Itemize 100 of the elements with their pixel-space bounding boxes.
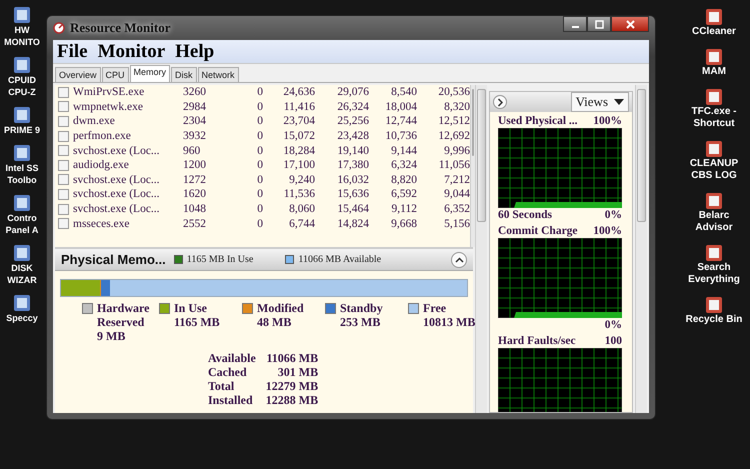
table-cell-text: 15,072 [282, 130, 315, 142]
program-icon[interactable] [705, 244, 723, 262]
shortcut-label[interactable]: CCleaner [692, 26, 736, 38]
tab[interactable]: CPU [102, 67, 129, 82]
maximize-icon [594, 20, 604, 28]
chevron-up-icon [454, 256, 464, 262]
menu-item[interactable]: Help [175, 40, 214, 62]
expand-button[interactable] [493, 95, 507, 109]
table-cell-text: 0 [256, 86, 263, 98]
table-cell-text: svchost.exe (Loc... [73, 188, 161, 200]
table-cell-text: 960 [183, 144, 202, 157]
table-cell-text: 7,212 [443, 174, 470, 186]
shortcut-label[interactable]: CPUID CPU-Z [0, 74, 44, 98]
checkbox[interactable] [58, 160, 69, 171]
scrollbar[interactable] [475, 85, 487, 413]
stat-label: Available [208, 351, 256, 365]
table-cell-text: 8,540 [390, 86, 417, 98]
checkbox[interactable] [58, 101, 69, 112]
tab[interactable]: Overview [55, 67, 101, 82]
table-cell-text: 19,140 [336, 144, 369, 157]
program-icon[interactable] [13, 294, 31, 312]
shortcut-label[interactable]: HW MONITO [0, 24, 44, 48]
checkbox[interactable] [58, 174, 69, 186]
program-icon[interactable] [12, 106, 31, 124]
shortcut-label[interactable]: Contro Panel A [0, 212, 44, 236]
views-dropdown[interactable]: Views [570, 92, 629, 112]
checkbox[interactable] [58, 204, 69, 215]
program-icon[interactable] [704, 296, 723, 314]
table-cell-text: svchost.exe (Loc... [73, 174, 161, 186]
table-cell-text: svchost.exe (Loc... [73, 144, 161, 157]
legend-value: 48 MB [257, 315, 292, 329]
table-cell-text: 23,428 [336, 130, 369, 142]
table-cell-text: 23,704 [282, 115, 315, 128]
checkbox[interactable] [58, 188, 69, 200]
table-cell-text: 11,536 [282, 188, 315, 200]
program-icon[interactable] [704, 48, 723, 66]
table-cell-text: 16,032 [336, 174, 369, 186]
table-cell-text: 3932 [183, 130, 207, 142]
tab[interactable]: Disk [171, 67, 197, 82]
tab[interactable]: Network [198, 67, 239, 82]
menu-item[interactable]: File [57, 40, 88, 62]
table-cell-text: 6,352 [443, 203, 470, 216]
graph-title: Hard Faults/sec [498, 334, 576, 348]
checkbox[interactable] [58, 130, 69, 142]
table-cell-text: 1200 [183, 159, 207, 172]
close-button[interactable] [611, 16, 649, 32]
table-cell-text: 18,284 [282, 144, 315, 157]
checkbox[interactable] [58, 116, 69, 127]
table-cell-text: 12,512 [437, 115, 470, 128]
graph-max: 100% [593, 224, 622, 238]
checkbox[interactable] [58, 145, 69, 156]
checkbox[interactable] [58, 218, 69, 230]
program-icon[interactable] [13, 56, 31, 74]
legend-label: Free [423, 301, 448, 315]
table-cell-text: 26,324 [336, 100, 369, 113]
graph-max: 100% [593, 114, 622, 128]
graph-title: Used Physical ... [498, 114, 578, 128]
shortcut-label[interactable]: Belarc Advisor [681, 210, 747, 234]
section-title: Physical Memo... [61, 252, 166, 267]
program-icon[interactable] [13, 6, 31, 24]
shortcut-label[interactable]: CLEANUP CBS LOG [681, 158, 747, 182]
table-cell-text: WmiPrvSE.exe [73, 86, 146, 98]
legend-value: 9 MB [97, 329, 126, 343]
shortcut-label[interactable]: TFC.exe - Shortcut [681, 106, 747, 130]
window-title: Resource Monitor [70, 20, 170, 36]
table-cell-text: 9,240 [288, 174, 315, 186]
table-cell-text: 17,100 [282, 159, 315, 172]
table-cell-text: 2984 [183, 100, 207, 113]
shortcut-label[interactable]: Intel SS Toolbo [0, 162, 44, 186]
program-icon[interactable] [705, 8, 723, 26]
shortcut-label[interactable]: PRIME 9 [4, 124, 40, 136]
graph-footer: 60 Seconds [498, 208, 552, 222]
program-icon[interactable] [705, 140, 723, 158]
table-cell-text: 0 [256, 100, 263, 113]
table-cell-text: 11,416 [282, 100, 315, 113]
program-icon[interactable] [705, 88, 723, 106]
shortcut-label[interactable]: DISK WIZAR [0, 262, 44, 286]
scrollbar[interactable] [635, 85, 647, 413]
stat-value: 301 MB [276, 365, 318, 379]
maximize-button[interactable] [587, 16, 611, 32]
table-cell-text: dwm.exe [73, 115, 116, 128]
shortcut-label[interactable]: Recycle Bin [686, 314, 742, 326]
program-icon[interactable] [705, 192, 723, 210]
checkbox[interactable] [58, 86, 69, 98]
table-cell-text: 10,736 [384, 130, 417, 142]
menu-item[interactable]: Monitor [98, 40, 166, 62]
summary-text: 11066 MB Available [298, 254, 382, 265]
graph-min: 0% [604, 318, 622, 332]
shortcut-label[interactable]: Speccy [6, 312, 38, 324]
program-icon[interactable] [13, 194, 31, 212]
minimize-icon [572, 26, 578, 28]
tab[interactable]: Memory [130, 65, 170, 82]
table-cell-text: 2304 [183, 115, 207, 128]
shortcut-label[interactable]: MAM [702, 66, 726, 78]
minimize-button[interactable] [563, 16, 587, 32]
shortcut-label[interactable]: Search Everything [681, 262, 747, 286]
collapse-button[interactable] [451, 252, 467, 268]
program-icon[interactable] [13, 144, 31, 162]
program-icon[interactable] [13, 244, 31, 262]
table-cell-text: 1620 [183, 188, 207, 200]
